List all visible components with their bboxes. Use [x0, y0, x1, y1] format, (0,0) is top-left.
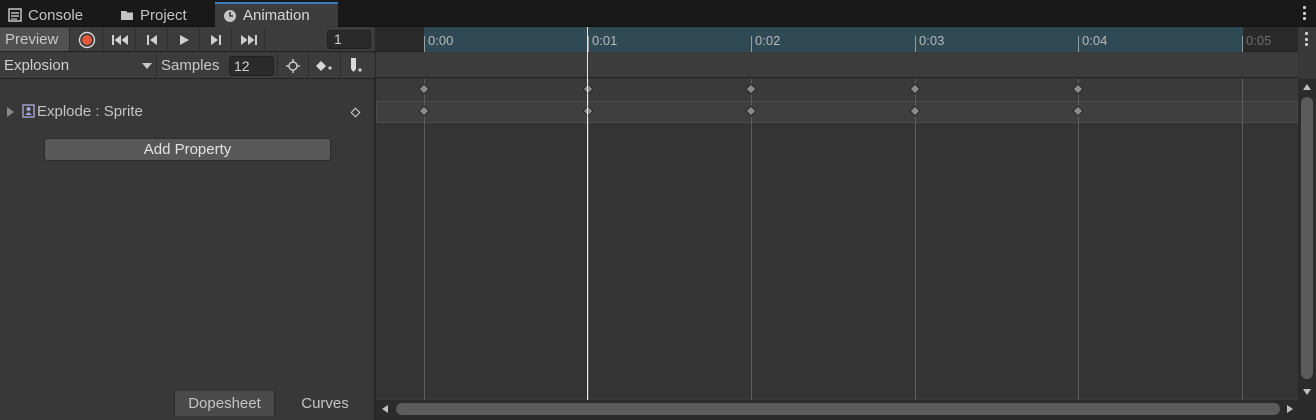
vertical-scrollbar[interactable]	[1298, 79, 1316, 400]
ruler-tick-label: 0:05	[1246, 33, 1272, 48]
property-track[interactable]	[376, 101, 1298, 123]
ruler-tick	[1078, 36, 1079, 52]
scroll-up-icon[interactable]	[1303, 84, 1311, 90]
second-gridline	[588, 79, 589, 400]
dopesheet-timeline[interactable]: 0:00 0:01 0:02 0:03 0:04 0:05	[376, 27, 1316, 420]
ruler-tick-label: 0:00	[428, 33, 454, 48]
playhead[interactable]	[587, 27, 588, 400]
expand-arrow-icon[interactable]	[7, 107, 14, 117]
ruler-tick-label: 0:03	[919, 33, 945, 48]
samples-field[interactable]: 12	[229, 56, 274, 76]
next-keyframe-button[interactable]	[200, 28, 232, 51]
tab-label: Animation	[243, 7, 310, 24]
clip-range-highlight	[424, 27, 1243, 52]
tab-project[interactable]: Project	[112, 3, 195, 27]
skip-to-end-icon	[240, 34, 257, 45]
empty-track-area[interactable]	[376, 123, 1298, 398]
tab-console[interactable]: Console	[0, 3, 91, 27]
chevron-down-icon	[142, 63, 152, 69]
property-row-explode-sprite[interactable]: Explode : Sprite	[0, 100, 375, 124]
step-back-icon	[146, 34, 157, 45]
horizontal-scrollbar[interactable]	[376, 400, 1316, 420]
add-event-icon	[350, 58, 362, 72]
tab-bar: Console Project Animation	[0, 0, 1316, 27]
clip-toolbar: Explosion Samples 12	[0, 53, 375, 79]
record-button[interactable]	[71, 28, 103, 51]
ruler-tick	[751, 36, 752, 52]
time-ruler[interactable]: 0:00 0:01 0:02 0:03 0:04 0:05	[376, 27, 1298, 52]
current-frame-field[interactable]: 1	[327, 30, 371, 49]
ruler-tick-label: 0:04	[1082, 33, 1108, 48]
keyframe-toggle-icon[interactable]	[350, 107, 361, 118]
second-gridline	[424, 79, 425, 400]
ruler-tick-label: 0:01	[592, 33, 618, 48]
play-button[interactable]	[168, 28, 200, 51]
folder-icon	[121, 11, 133, 20]
sprite-renderer-icon	[22, 104, 35, 118]
add-keyframe-button[interactable]	[308, 53, 338, 79]
scroll-right-icon[interactable]	[1287, 405, 1293, 413]
clip-dropdown[interactable]: Explosion	[0, 53, 157, 79]
play-icon	[179, 34, 189, 45]
tab-label: Project	[140, 6, 187, 24]
add-keyframe-icon	[315, 61, 332, 71]
samples-label: Samples	[161, 57, 220, 74]
property-label: Explode : Sprite	[37, 103, 143, 120]
ruler-tick	[915, 36, 916, 52]
crosshair-icon	[285, 59, 300, 73]
ruler-tick	[588, 36, 589, 52]
filter-by-selection-button[interactable]	[277, 53, 307, 79]
ruler-tick	[1242, 36, 1243, 52]
vertical-scroll-thumb[interactable]	[1301, 97, 1313, 379]
preview-button[interactable]: Preview	[0, 28, 70, 51]
add-event-button[interactable]	[340, 53, 370, 79]
add-property-button[interactable]: Add Property	[44, 138, 331, 161]
clip-dropdown-value: Explosion	[4, 57, 70, 74]
second-gridline	[1078, 79, 1079, 400]
animation-hierarchy-panel: Preview 1 Explosion Samples 12 Explode:…	[0, 27, 375, 420]
skip-to-start-icon	[111, 34, 128, 45]
events-track[interactable]	[376, 53, 1298, 78]
playback-toolbar: Preview 1	[0, 27, 375, 52]
tab-curves[interactable]: Curves	[276, 391, 374, 416]
scroll-left-icon[interactable]	[382, 405, 388, 413]
tab-dopesheet[interactable]: Dopesheet	[174, 391, 275, 416]
step-forward-icon	[210, 34, 221, 45]
ruler-tick-label: 0:02	[755, 33, 781, 48]
summary-track[interactable]	[376, 79, 1298, 101]
first-keyframe-button[interactable]	[104, 28, 136, 51]
second-gridline	[751, 79, 752, 400]
console-icon	[8, 8, 22, 22]
second-gridline	[1242, 79, 1243, 400]
horizontal-scroll-thumb[interactable]	[396, 403, 1280, 415]
window-menu-icon[interactable]	[1302, 6, 1306, 20]
view-mode-tabs: Dopesheet Curves	[0, 391, 375, 416]
clock-icon	[224, 9, 236, 22]
record-icon	[78, 31, 95, 48]
ruler-tick	[424, 36, 425, 52]
last-keyframe-button[interactable]	[233, 28, 265, 51]
second-gridline	[915, 79, 916, 400]
tab-animation[interactable]: Animation	[215, 2, 338, 27]
tab-label: Console	[28, 6, 84, 24]
timeline-menu-icon[interactable]	[1304, 32, 1308, 46]
scroll-down-icon[interactable]	[1303, 389, 1311, 395]
previous-keyframe-button[interactable]	[136, 28, 168, 51]
